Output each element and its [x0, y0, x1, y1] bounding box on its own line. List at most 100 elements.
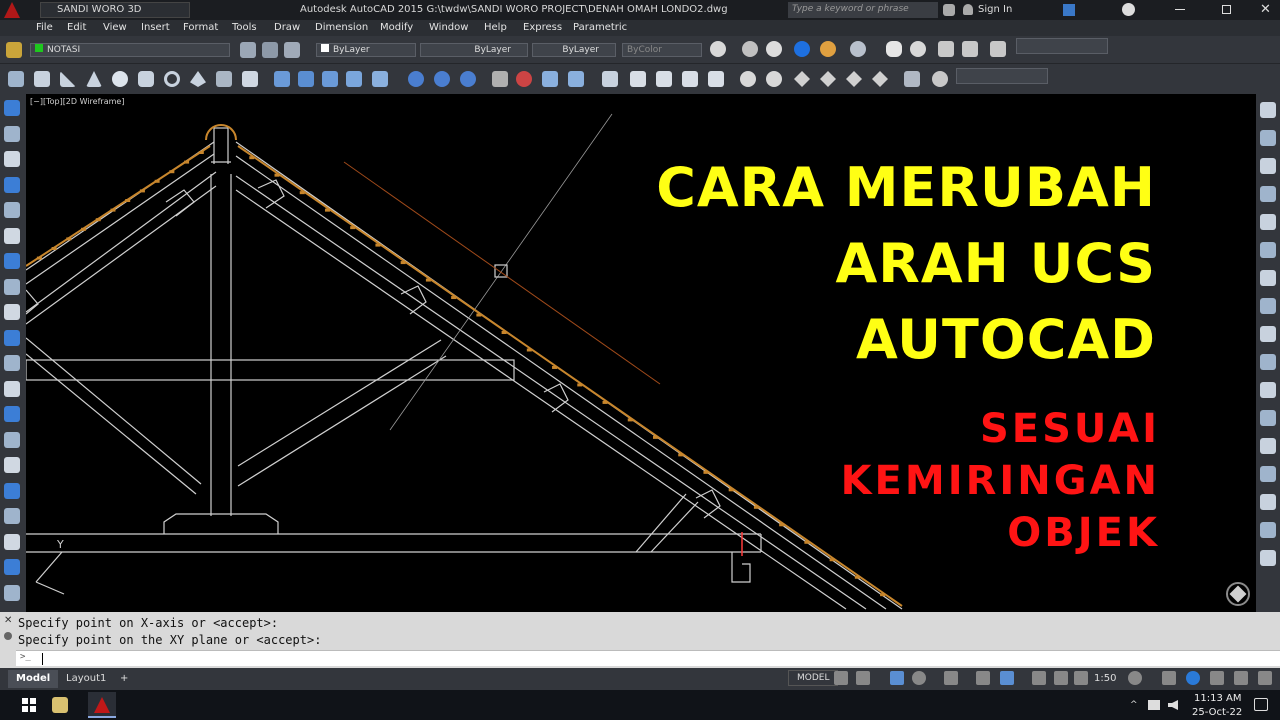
menu-dimension[interactable]: Dimension — [315, 22, 368, 33]
lineweight-dropdown[interactable]: ByLayer — [532, 43, 616, 57]
sphere-icon[interactable] — [112, 71, 128, 87]
hardware-accel-icon[interactable] — [1210, 671, 1224, 685]
menu-file[interactable]: File — [36, 22, 53, 33]
circle-icon[interactable] — [4, 253, 20, 269]
ucs-origin-icon[interactable] — [740, 71, 756, 87]
planar-surface-icon[interactable] — [242, 71, 258, 87]
make-block-icon[interactable] — [4, 406, 20, 422]
break-icon[interactable] — [1260, 438, 1276, 454]
annotation-scale-icon[interactable] — [1074, 671, 1088, 685]
subtract-icon[interactable] — [434, 71, 450, 87]
extrude-icon[interactable] — [274, 71, 290, 87]
ucs-world-icon[interactable] — [602, 71, 618, 87]
layer-match-icon[interactable] — [262, 42, 278, 58]
hidden-icon[interactable] — [766, 41, 782, 57]
model-space-button[interactable]: MODEL — [788, 670, 839, 686]
gradient-icon[interactable] — [4, 482, 20, 499]
orbit-icon[interactable] — [938, 41, 954, 57]
erase-icon[interactable] — [1260, 102, 1276, 118]
rotate-icon[interactable] — [1260, 270, 1276, 286]
offset-icon[interactable] — [1260, 186, 1276, 202]
3d-array-icon[interactable] — [568, 71, 584, 87]
3d-rotate-icon[interactable] — [516, 71, 532, 87]
menu-window[interactable]: Window — [429, 22, 468, 33]
arc-alt-icon[interactable] — [4, 227, 20, 244]
customization-icon[interactable] — [1258, 671, 1272, 685]
box-icon[interactable] — [34, 71, 50, 87]
ucs-z-icon[interactable] — [872, 71, 888, 87]
selection-cycling-icon[interactable] — [1000, 671, 1014, 685]
ucs-y-icon[interactable] — [846, 71, 862, 87]
tray-chevron-icon[interactable]: ^ — [1130, 700, 1138, 710]
menu-help[interactable]: Help — [484, 22, 507, 33]
menu-express[interactable]: Express — [523, 22, 562, 33]
add-selected-icon[interactable] — [4, 584, 20, 601]
autocad-taskbar-icon[interactable] — [88, 692, 116, 718]
command-close-icon[interactable]: ✕ — [4, 615, 12, 626]
help-icon[interactable] — [1122, 3, 1135, 16]
ucs-icon[interactable] — [630, 71, 646, 87]
ucs-x-icon[interactable] — [820, 71, 836, 87]
scale-icon[interactable] — [1260, 298, 1276, 314]
intersect-icon[interactable] — [460, 71, 476, 87]
tab-model[interactable]: Model — [8, 670, 59, 688]
make-current-icon[interactable] — [240, 42, 256, 58]
menu-parametric[interactable]: Parametric — [573, 22, 627, 33]
layer-properties-icon[interactable] — [6, 42, 22, 58]
osnap-icon[interactable] — [944, 671, 958, 685]
notification-icon[interactable] — [1254, 698, 1268, 711]
add-layout-button[interactable]: + — [112, 670, 136, 688]
workspace-switcher[interactable]: SANDI WORO 3D — [40, 2, 190, 18]
annotation-scale-value[interactable]: 1:50 — [1094, 673, 1116, 684]
visual-styles-manager-icon[interactable] — [850, 41, 866, 57]
stretch-icon[interactable] — [1260, 326, 1276, 342]
ucs-object-icon[interactable] — [682, 71, 698, 87]
ucs-3point-icon[interactable] — [794, 71, 810, 87]
sweep-icon[interactable] — [322, 71, 338, 87]
maximize-button[interactable] — [1222, 5, 1231, 14]
drawing-viewport[interactable]: [−][Top][2D Wireframe] Y CARA MERUBAH AR… — [26, 94, 1256, 612]
search-input[interactable]: Type a keyword or phrase — [788, 2, 938, 18]
binoculars-icon[interactable] — [943, 4, 955, 16]
ellipse-icon[interactable] — [4, 329, 20, 346]
pyramid-icon[interactable] — [190, 71, 206, 87]
isolate-icon[interactable] — [1186, 671, 1200, 685]
torus-icon[interactable] — [164, 71, 180, 87]
fillet-icon[interactable] — [1260, 522, 1276, 538]
visual-style-icon[interactable] — [710, 41, 726, 57]
sign-in-button[interactable]: Sign In — [978, 4, 1012, 15]
menu-modify[interactable]: Modify — [380, 22, 413, 33]
ellipse-arc-icon[interactable] — [4, 355, 20, 371]
menu-insert[interactable]: Insert — [141, 22, 170, 33]
helix-icon[interactable] — [216, 71, 232, 87]
wireframe-icon[interactable] — [742, 41, 758, 57]
copy-icon[interactable] — [1260, 130, 1276, 146]
join-icon[interactable] — [1260, 466, 1276, 482]
table-icon[interactable] — [4, 533, 20, 550]
clean-screen-icon[interactable] — [1234, 671, 1248, 685]
spline-icon[interactable] — [4, 304, 20, 320]
move-icon[interactable] — [1260, 242, 1276, 258]
pen-app-icon[interactable] — [52, 697, 68, 713]
ucs-face-icon[interactable] — [656, 71, 672, 87]
minimize-button[interactable] — [1175, 9, 1185, 10]
clock-time[interactable]: 11:13 AM — [1194, 693, 1241, 704]
autoscale-icon[interactable] — [1054, 671, 1068, 685]
multiline-text-icon[interactable] — [4, 559, 20, 575]
line-icon[interactable] — [4, 100, 20, 116]
polysolid-icon[interactable] — [8, 71, 24, 87]
menu-edit[interactable]: Edit — [67, 22, 86, 33]
view-dropdown[interactable] — [1016, 38, 1108, 54]
menu-format[interactable]: Format — [183, 22, 218, 33]
color-dropdown[interactable]: ByLayer — [316, 43, 416, 57]
close-button[interactable]: ✕ — [1260, 3, 1274, 17]
volume-icon[interactable] — [1168, 700, 1178, 710]
polyline-icon[interactable] — [4, 125, 20, 142]
command-prompt-icon[interactable]: >_ — [20, 652, 31, 662]
extend-icon[interactable] — [1260, 382, 1276, 398]
zoom-icon[interactable] — [910, 41, 926, 57]
menu-tools[interactable]: Tools — [232, 22, 257, 33]
pan-icon[interactable] — [886, 41, 902, 57]
workspace-gear-icon[interactable] — [1128, 671, 1142, 685]
render-preset-dropdown[interactable] — [956, 68, 1048, 84]
